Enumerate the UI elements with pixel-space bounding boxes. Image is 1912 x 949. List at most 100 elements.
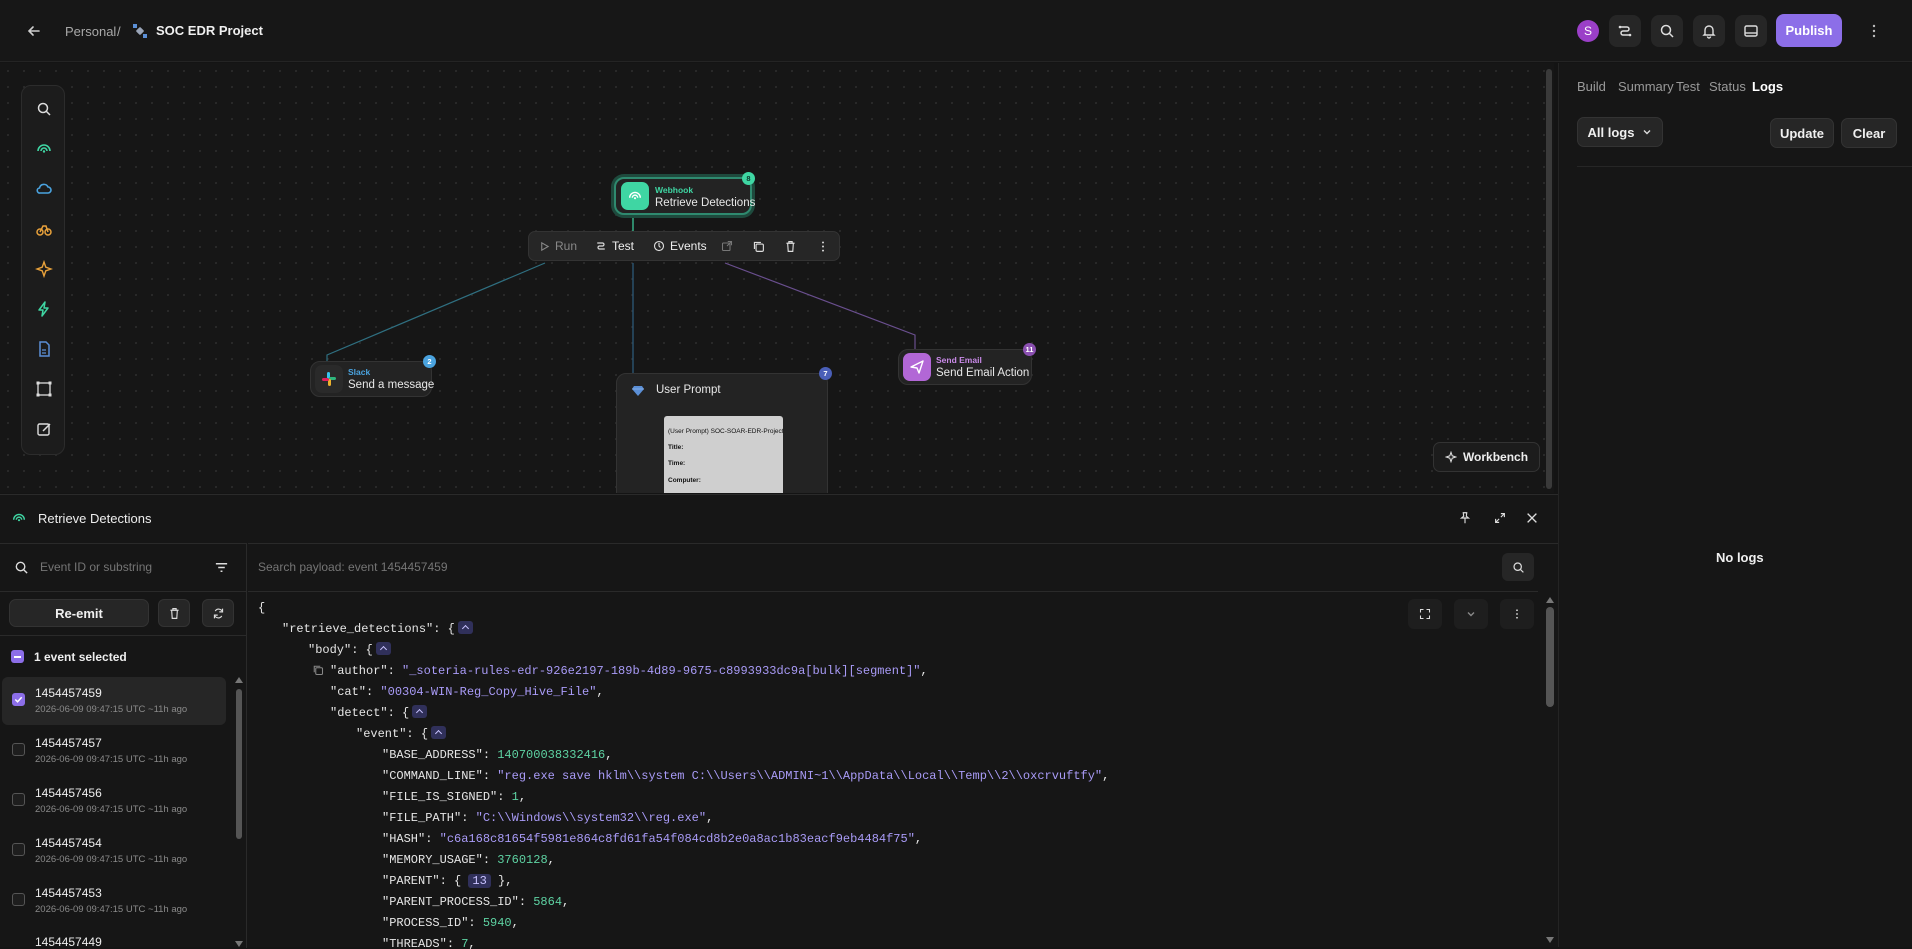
node-more-icon[interactable] bbox=[817, 240, 829, 253]
json-string: "C:\\Windows\\system32\\reg.exe" bbox=[475, 811, 707, 825]
palette-bike-icon[interactable] bbox=[32, 217, 56, 241]
search-icon bbox=[1660, 24, 1674, 38]
collapse-toggle[interactable] bbox=[431, 726, 447, 740]
canvas-scrollbar[interactable] bbox=[1546, 69, 1552, 489]
close-panel-icon[interactable] bbox=[1525, 511, 1539, 525]
palette-search-icon[interactable] bbox=[32, 97, 56, 121]
json-key: "detect" bbox=[330, 706, 388, 720]
code-line: "retrieve_detections": { bbox=[282, 619, 473, 640]
event-list-scrollbar[interactable] bbox=[235, 677, 243, 949]
palette-webhook-icon[interactable] bbox=[32, 137, 56, 161]
project-name[interactable]: SOC EDR Project bbox=[156, 23, 263, 38]
collapse-code-button[interactable] bbox=[1454, 599, 1488, 629]
workbench-label: Workbench bbox=[1462, 450, 1529, 464]
events-button[interactable]: Events bbox=[653, 239, 707, 253]
palette-transform-icon[interactable] bbox=[32, 377, 56, 401]
copy-value-icon[interactable] bbox=[312, 664, 324, 676]
payload-search-button[interactable] bbox=[1502, 553, 1534, 581]
event-time: 2026-06-09 09:47:15 UTC ~11h ago bbox=[35, 754, 188, 765]
update-button[interactable]: Update bbox=[1770, 118, 1834, 148]
collapse-toggle[interactable] bbox=[457, 621, 473, 635]
event-list-scroll-thumb[interactable] bbox=[236, 689, 242, 839]
webhook-node-badge: 8 bbox=[742, 172, 755, 185]
code-scrollbar[interactable] bbox=[1546, 597, 1554, 945]
panel-toggle-button[interactable] bbox=[1735, 15, 1767, 47]
tab-summary[interactable]: Summary bbox=[1618, 79, 1674, 94]
event-row[interactable]: 1454457453 2026-06-09 09:47:15 UTC ~11h … bbox=[2, 877, 226, 925]
clear-button[interactable]: Clear bbox=[1841, 118, 1897, 148]
event-checkbox[interactable] bbox=[12, 693, 25, 706]
code-scroll-down-icon[interactable] bbox=[1546, 937, 1554, 943]
event-checkbox[interactable] bbox=[12, 793, 25, 806]
workbench-button[interactable]: Workbench bbox=[1433, 442, 1540, 472]
code-line: "PROCESS_ID": 5940, bbox=[382, 916, 519, 930]
search-button[interactable] bbox=[1651, 15, 1683, 47]
more-options-icon[interactable] bbox=[1866, 23, 1882, 39]
user-prompt-node[interactable]: User Prompt (User Prompt) SOC-SOAR-EDR-P… bbox=[616, 373, 828, 493]
send-email-node[interactable]: Send Email Send Email Action bbox=[898, 349, 1032, 385]
slack-node-type: Slack bbox=[348, 367, 371, 377]
event-checkbox[interactable] bbox=[12, 743, 25, 756]
notifications-button[interactable] bbox=[1693, 15, 1725, 47]
event-checkbox[interactable] bbox=[12, 893, 25, 906]
fullscreen-icon bbox=[1419, 608, 1431, 620]
slack-node[interactable]: Slack Send a message bbox=[310, 361, 434, 397]
log-filter-dropdown[interactable]: All logs bbox=[1577, 117, 1663, 147]
breadcrumb-workspace[interactable]: Personal bbox=[65, 24, 116, 39]
preview-computer-field: Computer: bbox=[668, 477, 701, 484]
json-key: "body" bbox=[308, 643, 352, 657]
palette-cloud-icon[interactable] bbox=[32, 177, 56, 201]
scroll-down-icon[interactable] bbox=[235, 941, 243, 947]
duplicate-icon[interactable] bbox=[752, 240, 765, 253]
payload-search-input[interactable] bbox=[258, 554, 1488, 580]
code-scroll-thumb[interactable] bbox=[1546, 607, 1554, 707]
select-all-checkbox[interactable] bbox=[11, 650, 24, 663]
tab-test[interactable]: Test bbox=[1676, 79, 1700, 94]
tab-build[interactable]: Build bbox=[1577, 79, 1606, 94]
tab-status[interactable]: Status bbox=[1709, 79, 1746, 94]
fullscreen-code-button[interactable] bbox=[1408, 599, 1442, 629]
filter-icon[interactable] bbox=[214, 560, 229, 575]
pin-icon[interactable] bbox=[1458, 511, 1472, 525]
palette-edit-icon[interactable] bbox=[32, 417, 56, 441]
workflow-canvas[interactable]: Webhook Retrieve Detections 8 Run Test E… bbox=[0, 63, 1554, 493]
event-row[interactable]: 1454457454 2026-06-09 09:47:15 UTC ~11h … bbox=[2, 827, 226, 875]
json-key: "THREADS" bbox=[382, 937, 447, 949]
event-row[interactable]: 1454457459 2026-06-09 09:47:15 UTC ~11h … bbox=[2, 677, 226, 725]
json-code-view[interactable]: { "retrieve_detections": { "body": { "au… bbox=[248, 591, 1538, 949]
payload-viewer: { "retrieve_detections": { "body": { "au… bbox=[248, 543, 1558, 949]
run-button[interactable]: Run bbox=[539, 239, 577, 253]
user-avatar[interactable]: S bbox=[1577, 20, 1599, 42]
back-arrow-icon[interactable] bbox=[26, 23, 42, 39]
collapsed-count[interactable]: 13 bbox=[468, 874, 491, 888]
event-time: 2026-06-09 09:47:15 UTC ~11h ago bbox=[35, 704, 188, 715]
palette-document-icon[interactable] bbox=[32, 337, 56, 361]
event-row[interactable]: 1454457456 2026-06-09 09:47:15 UTC ~11h … bbox=[2, 777, 226, 825]
delete-node-icon[interactable] bbox=[784, 240, 797, 253]
tab-logs[interactable]: Logs bbox=[1752, 79, 1783, 94]
code-more-button[interactable] bbox=[1500, 599, 1534, 629]
scroll-up-icon[interactable] bbox=[235, 677, 243, 683]
json-key: "event" bbox=[356, 727, 407, 741]
collapse-toggle[interactable] bbox=[412, 705, 428, 719]
test-button[interactable]: Test bbox=[595, 239, 634, 253]
flow-button[interactable] bbox=[1609, 15, 1641, 47]
json-number: 5864 bbox=[533, 895, 563, 909]
code-line: "event": { bbox=[356, 724, 447, 745]
collapse-toggle[interactable] bbox=[375, 642, 391, 656]
palette-lightning-icon[interactable] bbox=[32, 297, 56, 321]
refresh-events-button[interactable] bbox=[202, 599, 234, 627]
publish-button[interactable]: Publish bbox=[1776, 14, 1842, 47]
export-icon[interactable] bbox=[721, 240, 733, 252]
event-search-input[interactable] bbox=[40, 554, 200, 580]
event-checkbox[interactable] bbox=[12, 843, 25, 856]
code-scroll-up-icon[interactable] bbox=[1546, 597, 1554, 603]
reemit-button[interactable]: Re-emit bbox=[9, 599, 149, 627]
delete-events-button[interactable] bbox=[158, 599, 190, 627]
event-row[interactable]: 1454457449 bbox=[2, 927, 226, 949]
json-string: "00304-WIN-Reg_Copy_Hive_File" bbox=[380, 685, 597, 699]
event-row[interactable]: 1454457457 2026-06-09 09:47:15 UTC ~11h … bbox=[2, 727, 226, 775]
webhook-node[interactable]: Webhook Retrieve Detections bbox=[614, 177, 755, 215]
palette-sparkle-icon[interactable] bbox=[32, 257, 56, 281]
expand-panel-icon[interactable] bbox=[1493, 511, 1507, 525]
